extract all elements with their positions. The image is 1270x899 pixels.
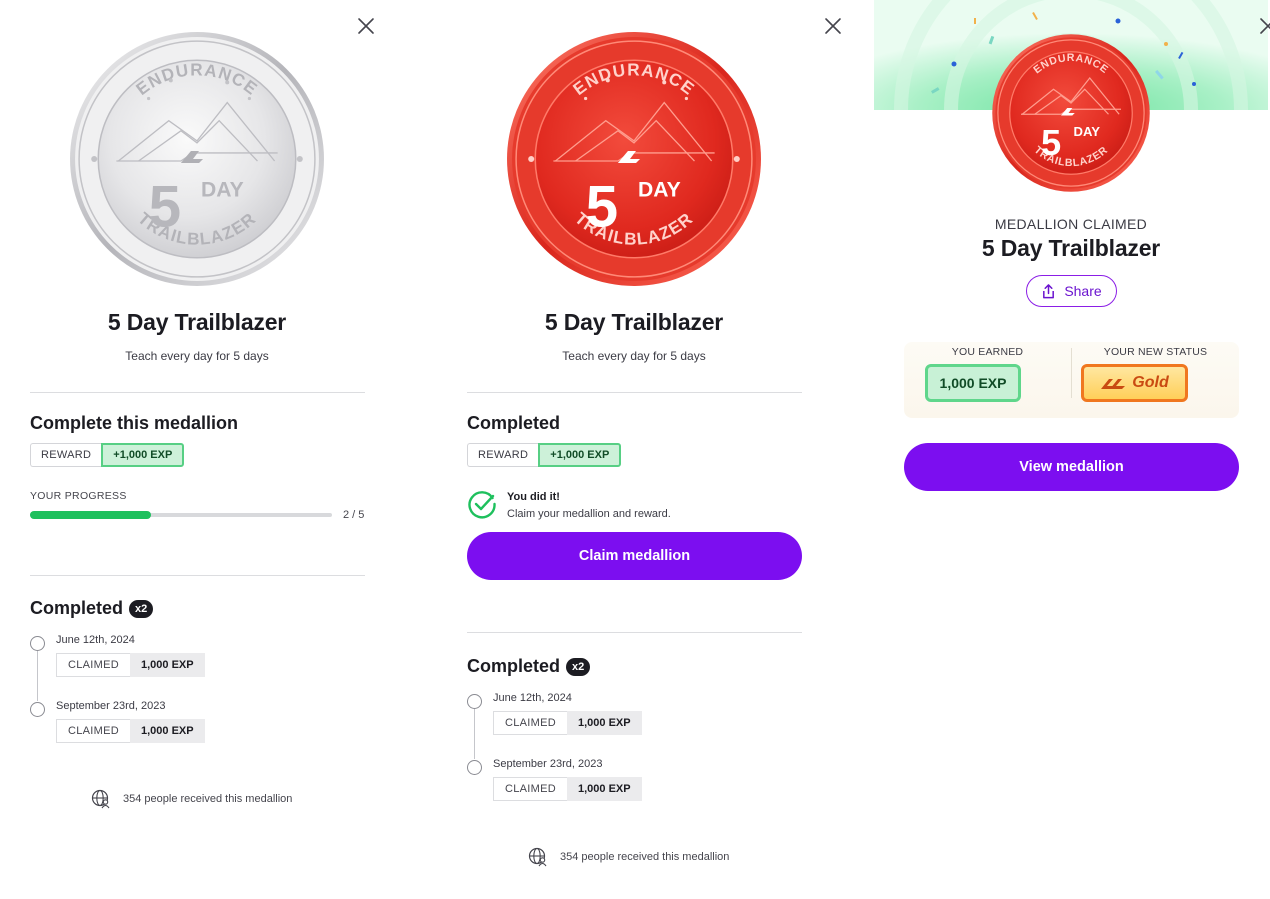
svg-text:DAY: DAY [201,178,244,201]
check-circle-icon [468,491,496,519]
timeline-item: September 23rd, 2023 CLAIMED 1,000 EXP [467,758,807,824]
svg-text:5: 5 [149,175,182,240]
progress-label: YOUR PROGRESS [30,490,127,502]
section-title: Complete this medallion [30,413,239,433]
medallion-title: 5 Day Trailblazer [544,309,724,335]
completed-title: Completed x2 [467,656,591,677]
logo-mark-icon [1101,379,1126,389]
completion-timeline: June 12th, 2024 CLAIMED 1,000 EXP Septem… [30,634,370,766]
timeline-date: September 23rd, 2023 [493,758,603,770]
share-icon [1043,283,1055,298]
timeline-dot [30,636,45,651]
completion-timeline: June 12th, 2024 CLAIMED 1,000 EXP Septem… [467,692,807,824]
share-button[interactable]: Share [1026,275,1117,307]
claimed-status: CLAIMED [56,653,130,677]
close-icon[interactable] [356,16,376,36]
progress-bar-fill [30,511,151,519]
timeline-item: June 12th, 2024 CLAIMED 1,000 EXP [30,634,370,701]
status-value: Gold [1132,374,1169,391]
reward-label: REWARD [30,443,102,467]
reward-value: +1,000 EXP [101,443,185,467]
timeline-line [37,651,38,701]
people-text: 354 people received this medallion [560,851,730,863]
globe-people-icon [528,847,547,867]
earned-column: YOU EARNED 1,000 EXP [904,342,1071,418]
claimed-exp: 1,000 EXP [567,711,642,735]
status-column: YOUR NEW STATUS Gold [1072,342,1239,418]
earned-exp-badge: 1,000 EXP [925,364,1021,402]
completion-message: You did it! Claim your medallion and rew… [467,489,671,520]
timeline-dot [467,760,482,775]
close-icon[interactable] [1258,16,1270,36]
svg-text:DAY: DAY [1074,124,1101,139]
status-header: YOUR NEW STATUS [1103,346,1208,358]
svg-text:5: 5 [586,175,619,240]
timeline-date: June 12th, 2024 [56,634,135,646]
reward-label: REWARD [467,443,539,467]
completion-title: You did it! [507,491,560,503]
timeline-item: September 23rd, 2023 CLAIMED 1,000 EXP [30,700,370,766]
completed-title-text: Completed [467,656,561,676]
reward-pill: REWARD +1,000 EXP [467,443,622,467]
progress-count: 2 / 5 [343,509,365,521]
timeline-date: June 12th, 2024 [493,692,572,704]
medallion-claimed-label: MEDALLION CLAIMED [994,216,1148,232]
claimed-exp: 1,000 EXP [130,653,205,677]
medallion-detail-panel-completed: ENDURANCE TRAILBLAZER 5 DAY 5 Day Trailb… [437,0,841,899]
medallion-detail-panel-in-progress: ENDURANCE TRAILBLAZER 5 DAY 5 Day Trailb… [0,0,400,899]
claimed-exp: 1,000 EXP [567,777,642,801]
close-icon[interactable] [823,16,843,36]
svg-text:5: 5 [1041,122,1061,163]
claimed-pill: CLAIMED 1,000 EXP [493,711,642,735]
medallion-badge-red-small: ENDURANCE TRAILBLAZER 5 DAY [991,33,1151,193]
medallion-badge-red: ENDURANCE TRAILBLAZER 5 DAY [505,30,763,288]
earned-header: YOU EARNED [951,346,1024,358]
section-title: Completed [467,413,561,433]
claimed-status: CLAIMED [56,719,130,743]
svg-text:DAY: DAY [638,178,681,201]
claimed-pill: CLAIMED 1,000 EXP [493,777,642,801]
divider [30,392,365,393]
claim-medallion-button[interactable]: Claim medallion [467,532,802,580]
people-received: 354 people received this medallion [528,847,729,867]
reward-pill: REWARD +1,000 EXP [30,443,185,467]
people-text: 354 people received this medallion [123,793,293,805]
timeline-date: September 23rd, 2023 [56,700,166,712]
earned-summary-card: YOU EARNED 1,000 EXP YOUR NEW STATUS Gol… [904,342,1239,418]
timeline-item: June 12th, 2024 CLAIMED 1,000 EXP [467,692,807,759]
medallion-badge-silver: ENDURANCE TRAILBLAZER 5 DAY [68,30,326,288]
medallion-title: 5 Day Trailblazer [981,235,1161,261]
people-received: 354 people received this medallion [91,789,292,809]
claimed-pill: CLAIMED 1,000 EXP [56,719,205,743]
completed-count-badge: x2 [129,600,154,618]
reward-value: +1,000 EXP [538,443,622,467]
completed-count-badge: x2 [566,658,591,676]
medallion-title: 5 Day Trailblazer [107,309,287,335]
view-medallion-button[interactable]: View medallion [904,443,1239,491]
divider [467,392,802,393]
completed-title: Completed x2 [30,598,154,619]
claimed-exp: 1,000 EXP [130,719,205,743]
claimed-status: CLAIMED [493,777,567,801]
divider [467,632,802,633]
divider [30,575,365,576]
timeline-dot [467,694,482,709]
medallion-subtitle: Teach every day for 5 days [562,349,706,363]
timeline-line [474,709,475,759]
completed-title-text: Completed [30,598,124,618]
claimed-pill: CLAIMED 1,000 EXP [56,653,205,677]
claimed-status: CLAIMED [493,711,567,735]
globe-people-icon [91,789,110,809]
timeline-dot [30,702,45,717]
progress-bar [30,511,332,519]
gold-status-badge: Gold [1081,364,1188,402]
share-label: Share [1064,283,1102,299]
medallion-claimed-panel: ENDURANCE TRAILBLAZER 5 DAY MEDALLION CL… [874,0,1270,899]
completion-text: Claim your medallion and reward. [507,508,671,520]
medallion-subtitle: Teach every day for 5 days [125,349,269,363]
